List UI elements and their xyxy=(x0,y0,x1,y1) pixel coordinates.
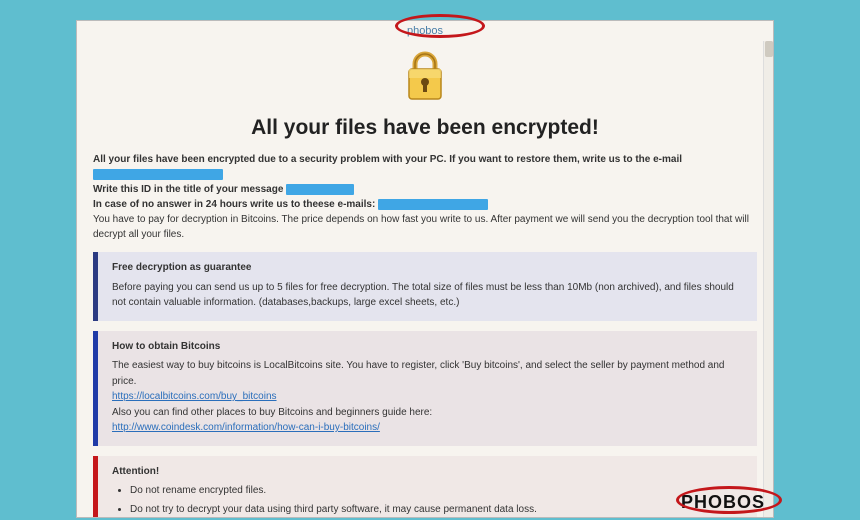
obtain-link-1[interactable]: https://localbitcoins.com/buy_bitcoins xyxy=(112,391,277,402)
window-title: phobos xyxy=(407,25,443,37)
content-area: All your files have been encrypted! All … xyxy=(77,41,773,518)
attention-list: Do not rename encrypted files. Do not tr… xyxy=(112,483,745,518)
dialog-window: phobos All your files have been encrypte… xyxy=(76,20,774,518)
obtain-body-1: The easiest way to buy bitcoins is Local… xyxy=(112,358,745,389)
intro-line-3: In case of no answer in 24 hours write u… xyxy=(93,199,375,210)
box-guarantee: Free decryption as guarantee Before payi… xyxy=(93,252,757,321)
guarantee-body: Before paying you can send us up to 5 fi… xyxy=(112,280,745,311)
intro-line-4: You have to pay for decryption in Bitcoi… xyxy=(93,212,757,242)
obtain-title: How to obtain Bitcoins xyxy=(112,339,745,355)
brand-logo: PHOBOS xyxy=(681,492,765,513)
scrollbar[interactable] xyxy=(763,41,773,517)
redacted-email-1 xyxy=(93,169,223,180)
attention-title: Attention! xyxy=(112,464,745,480)
obtain-link-2[interactable]: http://www.coindesk.com/information/how-… xyxy=(112,422,380,433)
intro-line-1: All your files have been encrypted due t… xyxy=(93,154,682,165)
scroll-thumb[interactable] xyxy=(765,41,773,57)
headline: All your files have been encrypted! xyxy=(93,116,757,140)
guarantee-title: Free decryption as guarantee xyxy=(112,260,745,276)
intro-line-2: Write this ID in the title of your messa… xyxy=(93,184,283,195)
lock-wrap xyxy=(93,49,757,108)
attention-bullet: Do not rename encrypted files. xyxy=(130,483,745,499)
redacted-email-2 xyxy=(378,199,488,210)
obtain-body-2: Also you can find other places to buy Bi… xyxy=(112,405,745,421)
lock-icon xyxy=(401,49,449,108)
attention-bullet: Do not try to decrypt your data using th… xyxy=(130,502,745,518)
intro-block: All your files have been encrypted due t… xyxy=(93,152,757,242)
box-obtain: How to obtain Bitcoins The easiest way t… xyxy=(93,331,757,446)
titlebar: phobos xyxy=(77,21,773,41)
redacted-id xyxy=(286,184,354,195)
box-attention: Attention! Do not rename encrypted files… xyxy=(93,456,757,519)
